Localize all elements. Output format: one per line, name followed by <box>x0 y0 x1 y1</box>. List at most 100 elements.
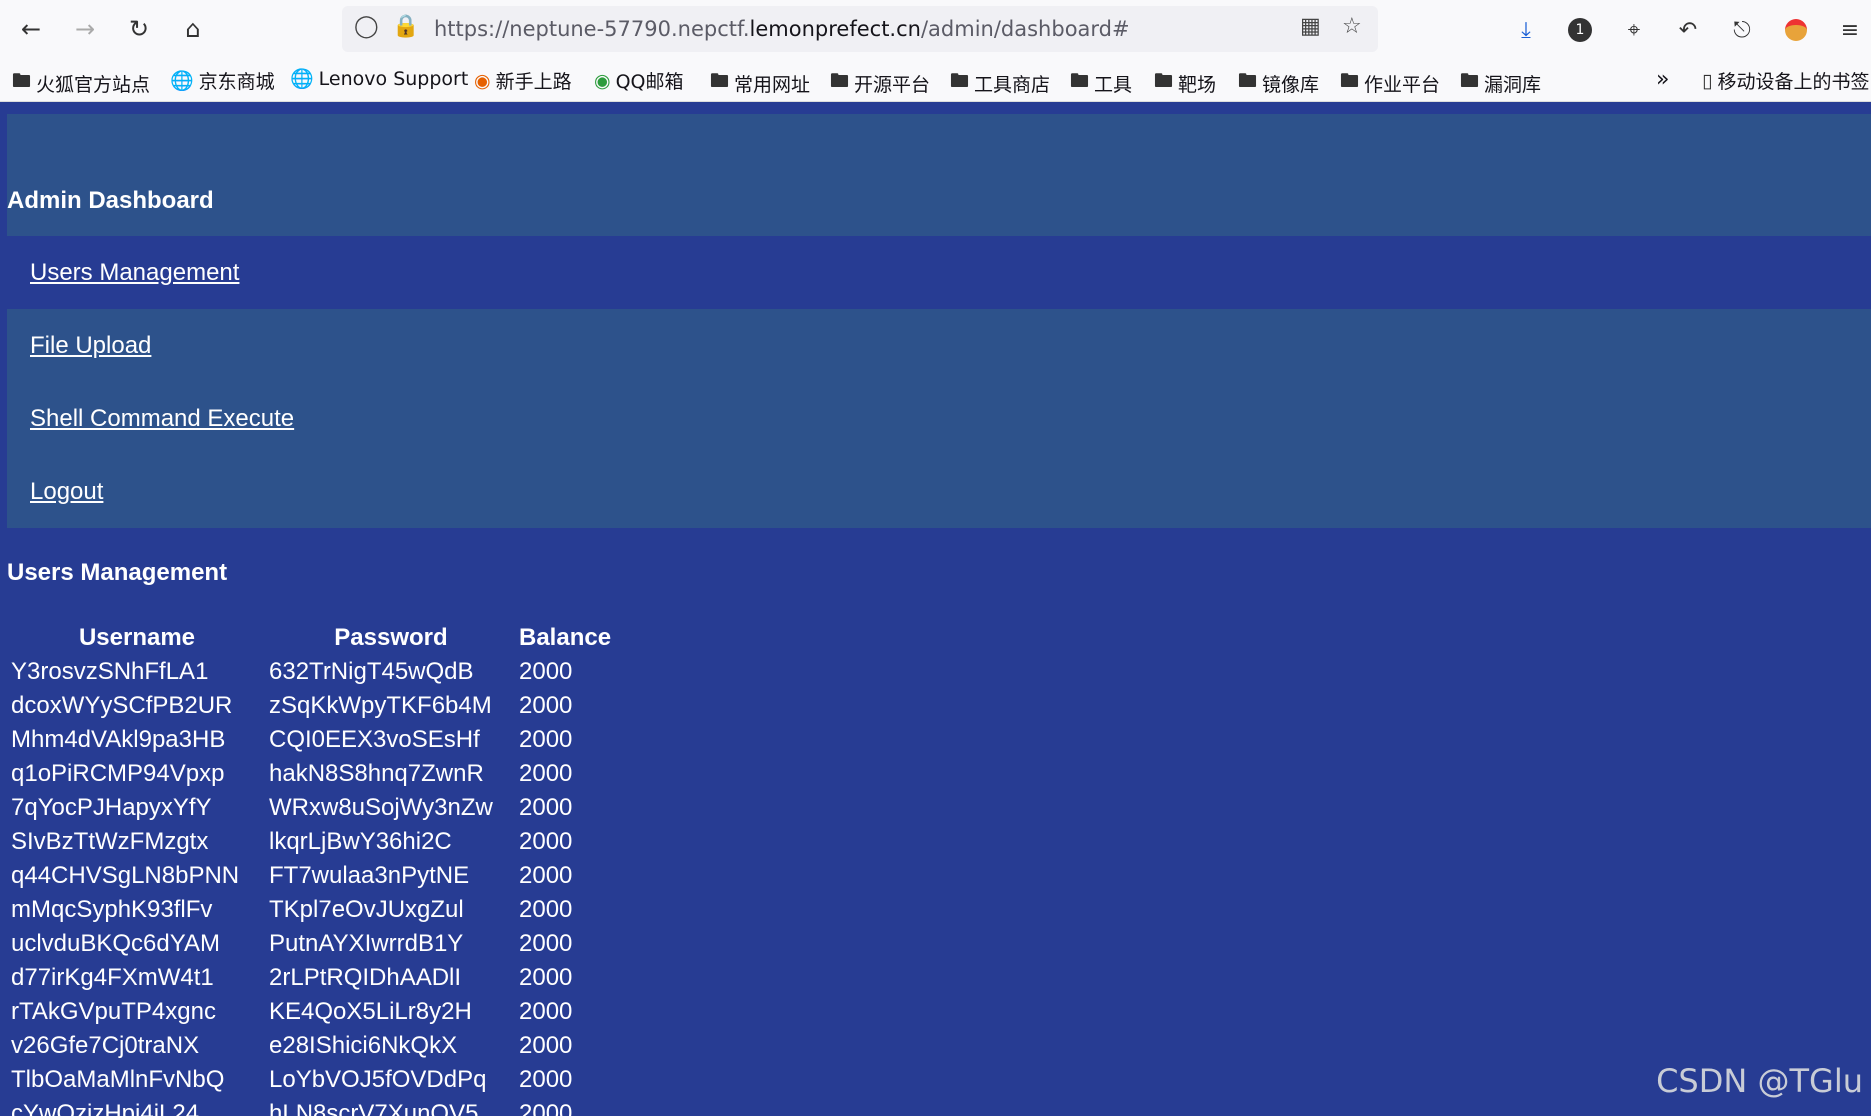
url-domain: lemonprefect.cn <box>749 17 921 41</box>
cell-password: KE4QoX5LiLr8y2H <box>269 998 472 1025</box>
star-icon[interactable]: ☆ <box>1342 14 1362 39</box>
folder-icon: 🖿 <box>950 70 970 92</box>
home-icon[interactable]: ⌂ <box>172 8 214 50</box>
reload-icon[interactable]: ↻ <box>118 8 160 50</box>
table-row: q44CHVSgLN8bPNN FT7wulaa3nPytNE 2000 <box>9 860 613 892</box>
cell-balance: 2000 <box>519 896 573 923</box>
forward-arrow-icon[interactable]: → <box>64 8 106 50</box>
cell-password: zSqKkWpyTKF6b4M <box>269 692 492 719</box>
bookmark-qq-mail[interactable]: ◉ QQ邮箱 <box>594 67 684 94</box>
cell-username: TlbOaMaMlnFvNbQ <box>11 1066 225 1093</box>
bookmark-label: 火狐官方站点 <box>36 73 151 96</box>
extension-badge-icon[interactable]: 1 <box>1560 10 1600 50</box>
globe-icon: 🌐 <box>170 70 194 92</box>
cell-password: hakN8S8hnq7ZwnR <box>269 760 484 787</box>
undo-icon[interactable]: ↶ <box>1668 10 1708 50</box>
bookmark-label: 漏洞库 <box>1484 73 1542 96</box>
cell-password: e28IShici6NkQkX <box>269 1032 458 1059</box>
bookmarks-overflow-chevron-icon[interactable]: » <box>1656 67 1669 92</box>
cell-username: cYwQzjzHpi4jL24 <box>11 1100 200 1116</box>
cell-balance: 2000 <box>519 794 573 821</box>
bookmark-label: 工具商店 <box>974 73 1051 96</box>
cell-balance: 2000 <box>519 930 573 957</box>
folder-icon: 🖿 <box>710 70 730 92</box>
bookmark-getting-started[interactable]: ◉ 新手上路 <box>474 67 572 94</box>
nav-item-file-upload: File Upload <box>7 309 1871 382</box>
cell-username: dcoxWYySCfPB2UR <box>11 692 233 719</box>
lock-icon[interactable]: 🔒 <box>392 14 419 39</box>
menu-icon[interactable]: ≡ <box>1830 10 1870 50</box>
bookmark-folder-homework[interactable]: 🖿 作业平台 <box>1340 67 1440 99</box>
cell-password: lkqrLjBwY36hi2C <box>269 828 452 855</box>
cell-username: Mhm4dVAkl9pa3HB <box>11 726 226 753</box>
extensions-icon[interactable]: ⎋ <box>1722 10 1762 50</box>
extension-badge: 1 <box>1568 18 1592 42</box>
table-row: uclvduBKQc6dYAM PutnAYXIwrrdB1Y 2000 <box>9 928 613 960</box>
table-row: Y3rosvzSNhFfLA1 632TrNigT45wQdB 2000 <box>9 656 613 688</box>
page-content: Admin Dashboard Users Management File Up… <box>0 102 1871 1116</box>
cell-password: hLN8scrV7XunQV5 <box>269 1100 479 1116</box>
bookmark-folder-open-source[interactable]: 🖿 开源平台 <box>830 67 930 99</box>
nav-link-file-upload[interactable]: File Upload <box>30 332 151 360</box>
bookmarks-bar: 🖿 火狐官方站点 🌐 京东商城 🌐 Lenovo Support ◉ 新手上路 ◉ QQ邮… <box>0 60 1871 102</box>
bookmark-lenovo-support[interactable]: 🌐 Lenovo Support <box>290 67 469 91</box>
browser-toolbar: ← → ↻ ⌂ ◯ 🔒 https://neptune-57790.nepctf… <box>0 0 1871 60</box>
table-header-row: Username Password Balance <box>9 622 613 654</box>
nav-link-shell-command-execute[interactable]: Shell Command Execute <box>30 405 294 433</box>
bookmark-folder-mirrors[interactable]: 🖿 镜像库 <box>1238 67 1319 99</box>
crop-icon[interactable]: ⌖ <box>1614 10 1654 50</box>
qr-code-icon[interactable]: ▦ <box>1300 14 1321 39</box>
column-header-balance: Balance <box>519 624 612 651</box>
address-bar[interactable]: ◯ 🔒 https://neptune-57790.nepctf.lemonpr… <box>342 6 1378 52</box>
nav-link-logout[interactable]: Logout <box>30 478 103 506</box>
bookmark-label: 移动设备上的书签 <box>1717 71 1870 93</box>
cell-username: q1oPiRCMP94Vpxp <box>11 760 225 787</box>
cell-balance: 2000 <box>519 998 573 1025</box>
folder-icon: 🖿 <box>830 70 850 92</box>
avatar-icon[interactable] <box>1776 10 1816 50</box>
watermark: CSDN @TGlu <box>1656 1062 1863 1100</box>
cell-balance: 2000 <box>519 1066 573 1093</box>
table-row: rTAkGVpuTP4xgnc KE4QoX5LiLr8y2H 2000 <box>9 996 613 1028</box>
cell-password: 2rLPtRQIDhAADlI <box>269 964 462 991</box>
table-row: q1oPiRCMP94Vpxp hakN8S8hnq7ZwnR 2000 <box>9 758 613 790</box>
cell-username: Y3rosvzSNhFfLA1 <box>11 658 209 685</box>
bookmark-mobile-folder[interactable]: ▯ 移动设备上的书签 <box>1702 67 1869 94</box>
download-icon[interactable]: ⤓ <box>1506 10 1546 50</box>
back-arrow-icon[interactable]: ← <box>10 8 52 50</box>
url-suffix: /admin/dashboard# <box>920 17 1130 41</box>
shield-icon[interactable]: ◯ <box>354 14 379 39</box>
bookmark-firefox-official[interactable]: 🖿 火狐官方站点 <box>12 67 150 99</box>
bookmark-label: 靶场 <box>1178 73 1217 96</box>
folder-icon: 🖿 <box>1340 70 1360 92</box>
cell-username: SIvBzTtWzFMzgtx <box>11 828 209 855</box>
qq-mail-icon: ◉ <box>594 69 611 92</box>
cell-balance: 2000 <box>519 828 573 855</box>
mobile-icon: ▯ <box>1702 69 1713 92</box>
bookmark-label: 工具 <box>1094 73 1133 96</box>
cell-balance: 2000 <box>519 862 573 889</box>
cell-balance: 2000 <box>519 760 573 787</box>
folder-icon: 🖿 <box>1154 70 1174 92</box>
nav-item-users-management: Users Management <box>7 236 1871 309</box>
bookmark-folder-tools[interactable]: 🖿 工具 <box>1070 67 1132 99</box>
table-row: dcoxWYySCfPB2UR zSqKkWpyTKF6b4M 2000 <box>9 690 613 722</box>
firefox-icon: ◉ <box>474 69 491 92</box>
bookmark-folder-tool-shop[interactable]: 🖿 工具商店 <box>950 67 1050 99</box>
table-row: 7qYocPJHapyxYfY WRxw8uSojWy3nZw 2000 <box>9 792 613 824</box>
cell-username: d77irKg4FXmW4t1 <box>11 964 214 991</box>
cell-password: 632TrNigT45wQdB <box>269 658 474 685</box>
bookmark-label: Lenovo Support <box>318 67 469 90</box>
cell-balance: 2000 <box>519 1100 573 1116</box>
bookmark-folder-range[interactable]: 🖿 靶场 <box>1154 67 1216 99</box>
bookmark-folder-common-urls[interactable]: 🖿 常用网址 <box>710 67 810 99</box>
cell-password: CQI0EEX3voSEsHf <box>269 726 480 753</box>
bookmark-jd[interactable]: 🌐 京东商城 <box>170 67 275 94</box>
cell-password: TKpl7eOvJUxgZul <box>269 896 464 923</box>
bookmark-folder-vulns[interactable]: 🖿 漏洞库 <box>1460 67 1541 99</box>
nav-link-users-management[interactable]: Users Management <box>30 259 239 287</box>
cell-username: v26Gfe7Cj0traNX <box>11 1032 200 1059</box>
url-text[interactable]: https://neptune-57790.nepctf.lemonprefec… <box>434 17 1130 41</box>
table-row: SIvBzTtWzFMzgtx lkqrLjBwY36hi2C 2000 <box>9 826 613 858</box>
folder-icon: 🖿 <box>12 70 32 92</box>
